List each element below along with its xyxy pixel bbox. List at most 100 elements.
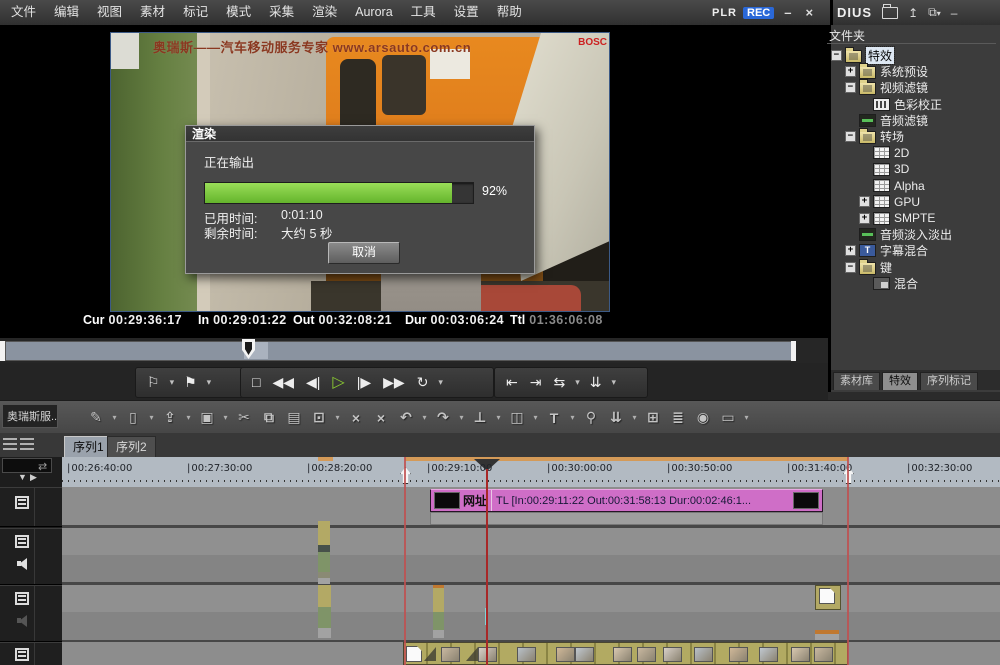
- playback-caret-icon[interactable]: ▾: [435, 377, 446, 388]
- small-clip[interactable]: [318, 521, 330, 545]
- folder-icon[interactable]: [882, 7, 898, 19]
- menu-item-4[interactable]: 素材: [131, 0, 174, 25]
- goto-out-icon[interactable]: ⇥: [525, 369, 547, 396]
- up-folder-icon[interactable]: ↥: [908, 6, 918, 20]
- effects-tree-item[interactable]: 3D: [831, 161, 1000, 177]
- goto-in-icon[interactable]: ⇤: [501, 369, 523, 396]
- bin-view-icon[interactable]: ⧉▾: [928, 5, 941, 20]
- select-tool-caret-icon[interactable]: ▾: [110, 413, 119, 422]
- stop-icon[interactable]: □: [247, 369, 265, 396]
- fast-forward-icon[interactable]: ▶▶: [378, 369, 410, 396]
- collapse-icon[interactable]: −: [831, 50, 842, 61]
- play-icon[interactable]: ▷: [327, 369, 349, 396]
- select-tool-icon[interactable]: ✎: [85, 409, 107, 426]
- menu-item-2[interactable]: 编辑: [45, 0, 88, 25]
- audio-speaker-icon[interactable]: [17, 557, 32, 570]
- track-header-v2[interactable]: [0, 528, 62, 585]
- menu-item-6[interactable]: 模式: [217, 0, 260, 25]
- effects-tree-item[interactable]: −键: [831, 259, 1000, 275]
- create-title-icon[interactable]: T: [543, 410, 565, 426]
- close-button[interactable]: ×: [801, 5, 817, 20]
- plr-button[interactable]: PLR: [712, 7, 737, 19]
- screen-layout-caret-icon[interactable]: ▾: [742, 413, 751, 422]
- collapse-icon[interactable]: −: [845, 82, 856, 93]
- tab-source-bin[interactable]: 素材库: [833, 372, 880, 390]
- tab-sequence-1[interactable]: 序列1: [64, 436, 113, 458]
- menu-item-12[interactable]: 帮助: [488, 0, 531, 25]
- effects-tree-item[interactable]: 音频淡入淡出: [831, 226, 1000, 242]
- paste-clip-icon[interactable]: ▤: [283, 409, 305, 426]
- undo-caret-icon[interactable]: ▾: [420, 413, 429, 422]
- expand-icon[interactable]: +: [859, 196, 870, 207]
- step-back-icon[interactable]: ◀|: [301, 369, 325, 396]
- effects-tree-item[interactable]: Alpha: [831, 177, 1000, 193]
- ripple-delete-icon[interactable]: ×: [345, 410, 367, 426]
- expand-icon[interactable]: +: [859, 213, 870, 224]
- minimize-button[interactable]: –: [780, 5, 795, 20]
- menu-item-10[interactable]: 工具: [402, 0, 445, 25]
- small-clip[interactable]: [318, 585, 331, 607]
- tab-sequence-markers[interactable]: 序列标记: [920, 372, 978, 390]
- collapse-icon[interactable]: −: [845, 131, 856, 142]
- copy-clip-icon[interactable]: ⧉: [258, 409, 280, 426]
- menu-item-11[interactable]: 设置: [445, 0, 488, 25]
- new-sequence-icon[interactable]: ▯: [122, 409, 144, 426]
- filmstrip-clip[interactable]: [403, 642, 848, 665]
- menu-item-7[interactable]: 采集: [260, 0, 303, 25]
- tab-sequence-2[interactable]: 序列2: [107, 436, 156, 458]
- set-in-icon[interactable]: ⚐: [142, 369, 165, 396]
- step-forward-icon[interactable]: |▶: [352, 369, 376, 396]
- cancel-button[interactable]: 取消: [328, 242, 400, 264]
- create-title-caret-icon[interactable]: ▾: [568, 413, 577, 422]
- render-export-caret-icon[interactable]: ▾: [630, 413, 639, 422]
- export-icon[interactable]: ⇊: [585, 369, 607, 396]
- save-project-caret-icon[interactable]: ▾: [221, 413, 230, 422]
- track-header-v3[interactable]: [0, 585, 62, 642]
- replace-clip-caret-icon[interactable]: ▾: [333, 413, 342, 422]
- expand-icon[interactable]: +: [845, 245, 856, 256]
- collapse-icon[interactable]: −: [845, 262, 856, 273]
- effects-tree-item[interactable]: +SMPTE: [831, 210, 1000, 226]
- timeline-clip-title[interactable]: 网址 TL [In:00:29:11:22 Out:00:31:58:13 Du…: [430, 489, 823, 512]
- import-source-icon[interactable]: ⇪: [159, 409, 181, 426]
- set-in-caret-icon[interactable]: ▾: [167, 377, 178, 388]
- effects-tree-item[interactable]: −特效: [831, 47, 1000, 63]
- track-options-icon[interactable]: [20, 438, 34, 451]
- project-name-label[interactable]: 奥瑞斯服...: [2, 404, 58, 428]
- add-cut-point-icon[interactable]: ⊥: [469, 409, 491, 426]
- play-around-caret-icon[interactable]: ▾: [572, 377, 583, 388]
- replace-clip-icon[interactable]: ⊡: [308, 409, 330, 426]
- undo-icon[interactable]: ↶: [395, 409, 417, 426]
- tab-effects[interactable]: 特效: [882, 372, 918, 390]
- audio-mixer-icon[interactable]: ≣: [667, 409, 689, 426]
- set-transition-caret-icon[interactable]: ▾: [531, 413, 540, 422]
- menu-item-5[interactable]: 标记: [174, 0, 217, 25]
- redo-caret-icon[interactable]: ▾: [457, 413, 466, 422]
- effects-tree-item[interactable]: −转场: [831, 128, 1000, 144]
- cut-clip-icon[interactable]: ✂: [233, 409, 255, 426]
- set-transition-icon[interactable]: ◫: [506, 409, 528, 426]
- color-correction-icon[interactable]: ◉: [692, 409, 714, 426]
- export-caret-icon[interactable]: ▾: [608, 377, 619, 388]
- import-source-caret-icon[interactable]: ▾: [184, 413, 193, 422]
- video-track-icon[interactable]: [15, 648, 29, 661]
- track-header-v1[interactable]: [0, 487, 62, 527]
- track-list-icon[interactable]: [3, 438, 17, 451]
- effects-tree-item[interactable]: −视频滤镜: [831, 80, 1000, 96]
- save-project-icon[interactable]: ▣: [196, 409, 218, 426]
- small-clip[interactable]: [433, 588, 444, 612]
- clip-mixer-strip[interactable]: [430, 512, 823, 525]
- expand-tracks-icon[interactable]: ▶: [30, 472, 37, 483]
- playhead-line[interactable]: [486, 469, 488, 665]
- effects-tree-item[interactable]: 色彩校正: [831, 96, 1000, 112]
- video-track-icon[interactable]: [15, 496, 29, 509]
- menu-item-1[interactable]: 文件: [2, 0, 45, 25]
- effects-tree-item[interactable]: 2D: [831, 145, 1000, 161]
- seek-bar[interactable]: [0, 338, 828, 363]
- pan-option-icon[interactable]: ⊞: [642, 409, 664, 426]
- effects-tree-item[interactable]: +字幕混合: [831, 243, 1000, 259]
- track-header-v4[interactable]: [0, 642, 62, 665]
- rewind-icon[interactable]: ◀◀: [267, 369, 299, 396]
- new-sequence-caret-icon[interactable]: ▾: [147, 413, 156, 422]
- render-export-icon[interactable]: ⇊: [605, 409, 627, 426]
